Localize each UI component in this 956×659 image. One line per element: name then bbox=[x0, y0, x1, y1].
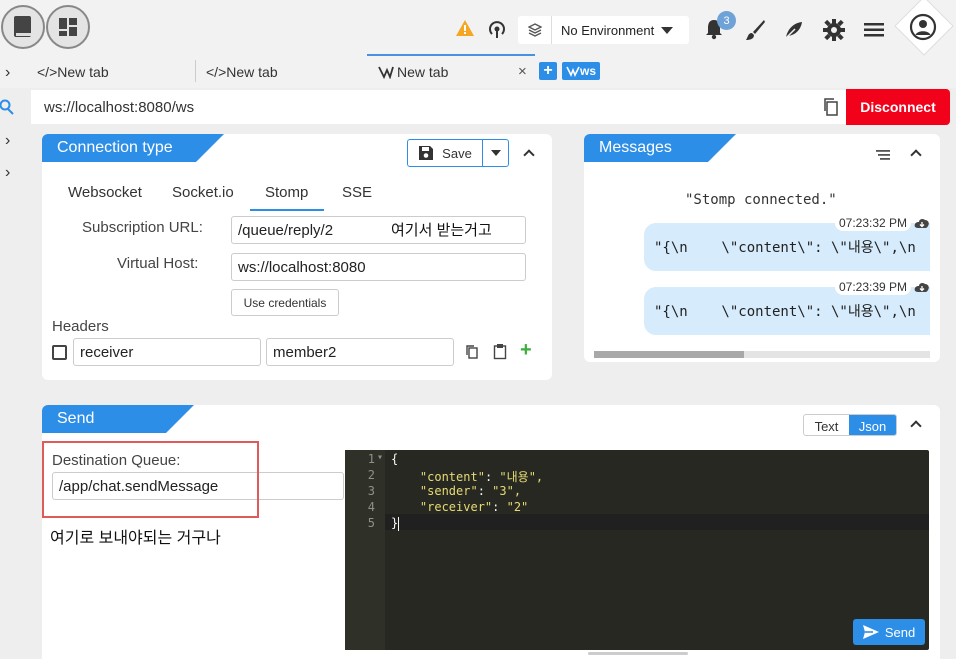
environment-select[interactable]: No Environment bbox=[518, 16, 689, 44]
annotation-box bbox=[42, 441, 259, 518]
websocket-icon bbox=[378, 66, 394, 79]
disconnect-button[interactable]: Disconnect bbox=[846, 89, 950, 125]
code-line: "sender": "3", bbox=[419, 484, 522, 498]
line-number: 5 bbox=[367, 516, 375, 530]
top-toolbar bbox=[0, 0, 956, 58]
filter-lines-icon[interactable] bbox=[876, 148, 890, 164]
send-panel-title: Send bbox=[42, 405, 194, 433]
broadcast-icon[interactable] bbox=[487, 19, 507, 42]
text-cursor bbox=[398, 517, 399, 531]
format-toggle[interactable]: Text Json bbox=[803, 414, 897, 436]
connection-panel-title: Connection type bbox=[42, 134, 224, 162]
json-editor[interactable]: 1 ▾ { 2 "content": "내용", 3 "sender": "3"… bbox=[345, 450, 929, 650]
dashboard-icon-button[interactable] bbox=[46, 5, 90, 49]
dashboard-icon bbox=[59, 18, 77, 36]
subtab-socketio[interactable]: Socket.io bbox=[172, 184, 234, 201]
resize-handle[interactable] bbox=[588, 652, 688, 655]
active-line-highlight bbox=[385, 514, 929, 530]
tab-divider bbox=[195, 60, 196, 82]
header-checkbox[interactable] bbox=[52, 345, 67, 360]
subscription-url-label: Subscription URL: bbox=[82, 219, 203, 236]
text-toggle-button[interactable]: Text bbox=[804, 415, 849, 435]
active-subtab-indicator bbox=[250, 209, 324, 211]
tab-2[interactable]: </>New tab bbox=[206, 58, 278, 86]
new-tab-button[interactable]: + bbox=[539, 62, 557, 80]
url-input[interactable]: ws://localhost:8080/ws bbox=[31, 90, 849, 124]
notification-badge: 3 bbox=[717, 11, 736, 30]
environment-label: No Environment bbox=[561, 22, 655, 38]
cloud-download-icon[interactable] bbox=[914, 216, 930, 232]
fold-icon[interactable]: ▾ bbox=[377, 452, 383, 463]
chevron-down-icon bbox=[490, 150, 501, 156]
book-icon-button[interactable] bbox=[1, 5, 45, 49]
feather-icon[interactable] bbox=[783, 20, 805, 43]
paper-plane-icon bbox=[862, 625, 879, 639]
book-icon bbox=[14, 16, 31, 37]
save-options-dropdown[interactable] bbox=[483, 140, 508, 166]
messages-scrollbar-track[interactable] bbox=[594, 351, 930, 358]
avatar[interactable] bbox=[906, 10, 940, 44]
line-number: 1 bbox=[367, 452, 375, 466]
send-button[interactable]: Send bbox=[853, 619, 925, 645]
subtab-websocket[interactable]: Websocket bbox=[68, 184, 142, 201]
new-ws-tab-button[interactable]: ws bbox=[562, 62, 600, 80]
clipboard-icon[interactable] bbox=[493, 343, 507, 363]
destination-annotation: 여기로 보내야되는 거구나 bbox=[50, 530, 221, 547]
line-number: 3 bbox=[367, 484, 375, 498]
save-button[interactable]: Save bbox=[408, 140, 483, 166]
headers-label: Headers bbox=[52, 318, 109, 335]
search-icon[interactable] bbox=[0, 99, 14, 118]
virtual-host-label: Virtual Host: bbox=[117, 255, 199, 272]
code-line: "receiver": "2" bbox=[419, 500, 529, 514]
message-timestamp: 07:23:39 PM bbox=[835, 279, 912, 295]
user-icon bbox=[909, 13, 937, 41]
cloud-download-icon[interactable] bbox=[914, 280, 930, 296]
menu-icon[interactable] bbox=[864, 22, 884, 41]
subtab-stomp[interactable]: Stomp bbox=[265, 184, 308, 201]
code-line: { bbox=[391, 452, 399, 466]
line-number: 4 bbox=[367, 500, 375, 514]
message-timestamp: 07:23:32 PM bbox=[835, 215, 912, 231]
messages-panel-title: Messages bbox=[584, 134, 736, 162]
brush-icon[interactable] bbox=[744, 19, 766, 44]
close-tab-icon[interactable]: × bbox=[518, 63, 527, 80]
subscription-annotation: 여기서 받는거고 bbox=[391, 222, 492, 239]
layers-icon bbox=[518, 16, 552, 44]
copy-icon[interactable] bbox=[823, 97, 839, 120]
copy-header-icon[interactable] bbox=[465, 344, 479, 363]
header-key-input[interactable]: receiver bbox=[73, 338, 261, 366]
header-value-input[interactable]: member2 bbox=[266, 338, 454, 366]
chevron-down-icon bbox=[661, 26, 673, 34]
code-line: "content": "내용", bbox=[419, 470, 544, 484]
virtual-host-input[interactable]: ws://localhost:8080 bbox=[231, 253, 526, 281]
add-header-icon[interactable]: + bbox=[520, 339, 532, 362]
tab-3[interactable]: New tab bbox=[378, 58, 448, 86]
use-credentials-button[interactable]: Use credentials bbox=[231, 289, 339, 316]
save-button-group[interactable]: Save bbox=[407, 139, 509, 167]
gear-icon[interactable] bbox=[823, 19, 845, 44]
warning-icon[interactable] bbox=[455, 19, 475, 40]
websocket-icon bbox=[566, 66, 580, 77]
floppy-icon bbox=[419, 146, 434, 160]
line-number: 2 bbox=[367, 468, 375, 482]
message-system: "Stomp connected." bbox=[685, 192, 837, 208]
json-toggle-button[interactable]: Json bbox=[849, 415, 896, 435]
subtab-sse[interactable]: SSE bbox=[342, 184, 372, 201]
tab-1[interactable]: </>New tab bbox=[37, 58, 109, 86]
messages-scrollbar-thumb[interactable] bbox=[594, 351, 744, 358]
sidebar-chevron-icon[interactable]: › bbox=[5, 132, 10, 150]
sidebar-toggle-chevron-icon[interactable]: › bbox=[5, 64, 10, 82]
sidebar-chevron-icon[interactable]: › bbox=[5, 164, 10, 182]
